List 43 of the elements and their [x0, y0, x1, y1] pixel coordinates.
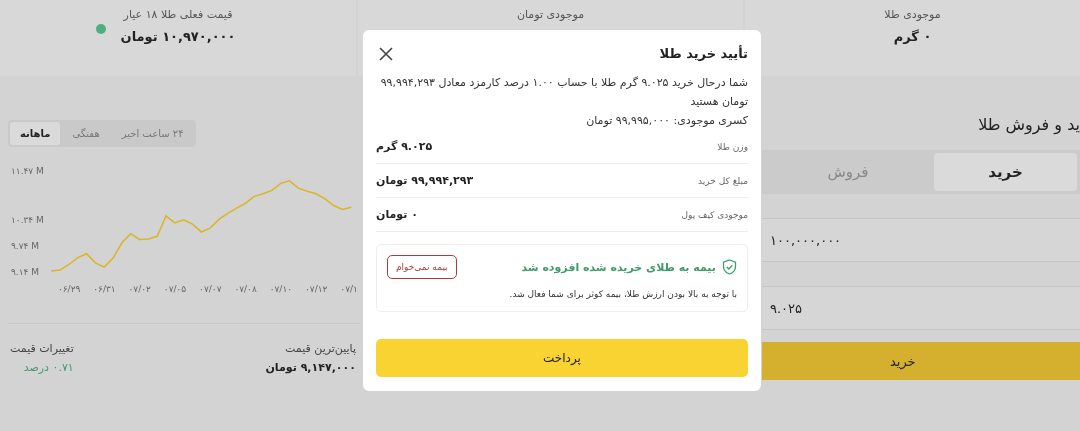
summary-label: پایین‌ترین قیمت — [284, 342, 356, 355]
summary-value: ۰.۷۱ درصد — [22, 361, 74, 374]
x-axis-label: ۰۶/۲۹ — [57, 284, 81, 294]
stat-label: قیمت فعلی طلا ۱۸ عیار — [123, 8, 233, 21]
dialog-message: شما درحال خرید ۹.۰۲۵ گرم طلا با حساب ۱.۰۰ درصد کارمزد معادل ۹۹,۹۹۴,۲۹۳ تومان هستید — [379, 75, 748, 110]
dialog-title: تأیید خرید طلا — [659, 46, 748, 61]
y-axis-label: ۹.۱۴ M — [11, 267, 39, 277]
summary-value: ۹,۱۴۷,۰۰۰ تومان — [265, 361, 356, 374]
insurance-note: با توجه به بالا بودن ارزش طلا، بیمه کوثر برای شما فعال شد. — [508, 289, 737, 299]
trade-tab[interactable]: خرید — [934, 153, 1077, 191]
input-field[interactable]: ۹.۰۲۵ — [762, 286, 1080, 330]
input-field[interactable]: ۱۰۰,۰۰۰,۰۰۰ — [762, 218, 1080, 262]
x-axis-label: ۰۷/۰۷ — [199, 284, 222, 294]
y-axis-label: ۱۰.۳۴ M — [11, 215, 44, 225]
x-axis-label: ۰۶/۳۱ — [93, 284, 116, 294]
row-value: ۹.۰۲۵ گرم — [376, 140, 433, 153]
stat-label: موجودی طلا — [884, 8, 941, 21]
stat-label: موجودی تومان — [516, 8, 585, 21]
pay-button[interactable]: پرداخت — [376, 339, 748, 377]
x-axis-label: ۰۷/۰۵ — [163, 284, 187, 294]
stat-value: ۱۰,۹۷۰,۰۰۰ تومان — [120, 29, 236, 44]
range-tab[interactable]: ماهانه — [10, 122, 61, 145]
shield-check-icon — [722, 259, 737, 275]
x-axis-label: ۰۷/۰۸ — [234, 284, 257, 294]
x-axis-label: ۰۷/۰۲ — [128, 284, 151, 294]
stat-value: ۰ گرم — [893, 29, 932, 44]
row-value: ۹۹,۹۹۴,۲۹۳ تومان — [376, 174, 474, 187]
x-axis-label: ۰۷/۱ — [340, 284, 358, 294]
summary-label: تغییرات قیمت — [10, 342, 74, 355]
shortfall-text: کسری موجودی: ۹۹,۹۹۵,۰۰۰ تومان — [585, 113, 748, 129]
row-value: ۰ تومان — [376, 208, 418, 221]
decline-insurance-button[interactable]: بیمه نمی‌خوام — [387, 255, 457, 279]
x-axis-label: ۰۷/۱۰ — [269, 284, 293, 294]
buy-button[interactable]: خرید — [762, 342, 1080, 380]
y-axis-label: ۹.۷۴ M — [11, 241, 39, 251]
row-label: وزن طلا — [717, 141, 748, 152]
insurance-title: بیمه به طلای خریده شده افزوده شد — [521, 260, 716, 274]
section-title: ید و فروش طلا — [978, 115, 1080, 134]
x-axis-label: ۰۷/۱۲ — [305, 284, 328, 294]
row-label: موجودی کیف پول — [681, 209, 748, 220]
y-axis-label: ۱۱.۴۷ M — [11, 166, 44, 176]
close-icon[interactable] — [379, 46, 393, 61]
row-label: مبلغ کل خرید — [698, 175, 748, 186]
